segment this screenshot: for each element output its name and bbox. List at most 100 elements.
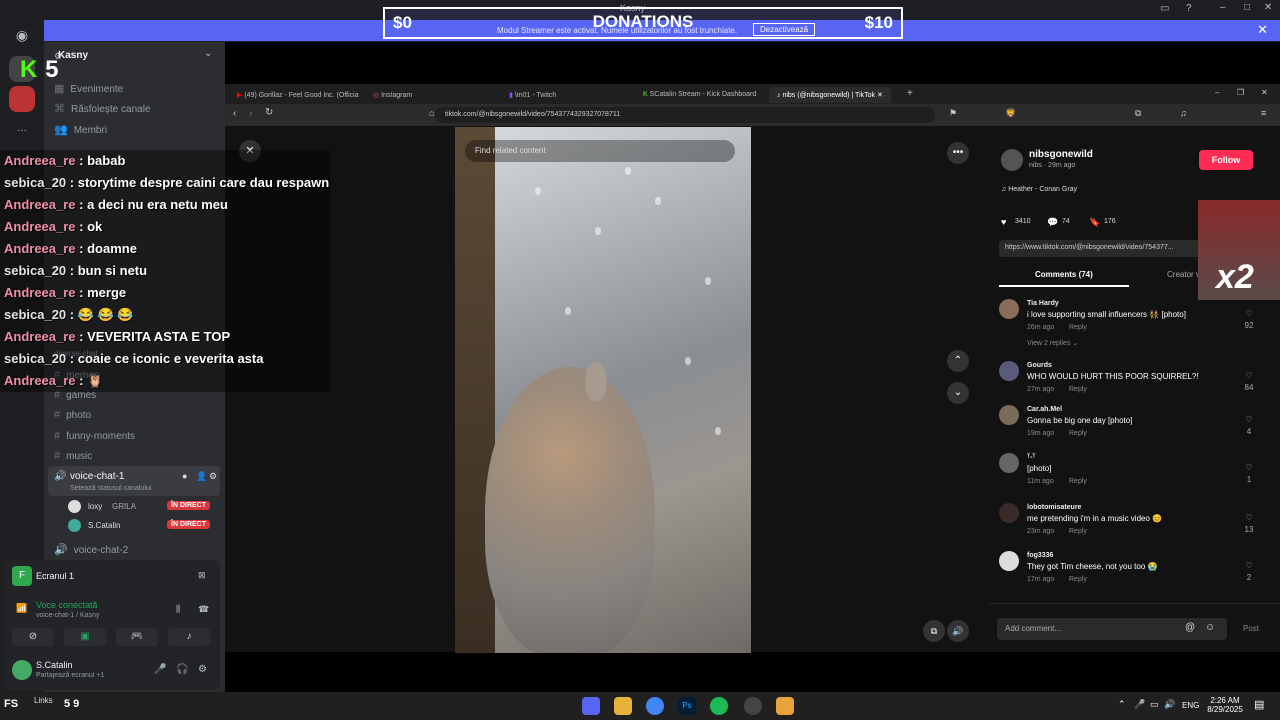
- voice-channel-2[interactable]: 🔊 voice-chat-2: [54, 543, 128, 556]
- channel-music[interactable]: # music: [54, 450, 92, 462]
- notification-icon[interactable]: ▤: [1254, 698, 1264, 711]
- tab-tiktok[interactable]: ♪ nibs (@nibsgonewild) | TikTok ✕: [769, 87, 891, 103]
- chevron-down-icon[interactable]: ⌄: [204, 48, 212, 59]
- reply-link[interactable]: Reply: [1069, 528, 1087, 535]
- gear-icon[interactable]: ⚙: [209, 471, 217, 482]
- post-button[interactable]: Post: [1243, 624, 1259, 633]
- photoshop-icon[interactable]: Ps: [678, 697, 696, 715]
- share-screen-button[interactable]: ▣: [64, 628, 106, 646]
- network-icon[interactable]: ▭: [1150, 699, 1159, 710]
- discord-icon[interactable]: [582, 697, 600, 715]
- voice-channel-active[interactable]: 🔊 voice-chat-1 Setează statusul canalulu…: [48, 466, 220, 496]
- reply-link[interactable]: Reply: [1069, 386, 1087, 393]
- heart-icon[interactable]: ♥: [1001, 217, 1006, 227]
- invite-icon[interactable]: 👤: [196, 471, 207, 482]
- tab-twitch[interactable]: ▮ \m01 - Twitch: [501, 87, 564, 103]
- links-label[interactable]: Links: [34, 696, 53, 705]
- tab-comments[interactable]: Comments (74): [1035, 270, 1093, 279]
- chrome-icon[interactable]: [646, 697, 664, 715]
- server-icon[interactable]: [9, 86, 35, 112]
- heart-icon[interactable]: ♡: [1239, 415, 1259, 424]
- reply-link[interactable]: Reply: [1069, 478, 1087, 485]
- comment-author[interactable]: Gourds: [1027, 362, 1052, 369]
- close-icon[interactable]: ✕: [1261, 88, 1268, 97]
- pip-icon[interactable]: ⧉: [923, 620, 945, 642]
- heart-icon[interactable]: ♡: [1239, 463, 1259, 472]
- stop-stream-icon[interactable]: ⊠: [198, 570, 206, 581]
- restore-icon[interactable]: ❐: [1237, 88, 1244, 97]
- camera-button[interactable]: ⊘: [12, 628, 54, 646]
- maximize-button[interactable]: □: [1244, 2, 1250, 13]
- tab-youtube[interactable]: ▶ (49) Gorillaz - Feel Good Inc. (Offici…: [229, 87, 367, 103]
- sidebar-item-events[interactable]: ▦ Evenimente: [54, 82, 123, 95]
- server-name[interactable]: Kasny: [58, 50, 88, 61]
- url-input[interactable]: tiktok.com/@nibsgonewild/video/754377432…: [435, 107, 935, 123]
- extension-icon[interactable]: ⧉: [1135, 108, 1141, 119]
- avatar[interactable]: [999, 405, 1019, 425]
- mic-icon[interactable]: 🎤: [154, 664, 166, 675]
- tiktok-video[interactable]: [455, 127, 751, 653]
- avatar[interactable]: [999, 361, 1019, 381]
- tab-instagram[interactable]: ◎ Instagram: [365, 87, 420, 103]
- tab-creator-videos[interactable]: Creator v: [1167, 270, 1200, 279]
- activities-button[interactable]: 🎮: [116, 628, 158, 646]
- voice-connected-sub[interactable]: voice-chat-1 / Kasny: [36, 612, 99, 619]
- reply-link[interactable]: Reply: [1069, 324, 1087, 331]
- emoji-icon[interactable]: ☺: [1205, 622, 1215, 633]
- clock[interactable]: 2:26 AM 8/29/2025: [1200, 696, 1250, 714]
- forward-icon[interactable]: ›: [249, 108, 252, 119]
- chevron-up-icon[interactable]: ⌃: [1118, 699, 1126, 710]
- heart-icon[interactable]: ♡: [1239, 309, 1259, 318]
- music-icon[interactable]: ♫: [1180, 108, 1187, 118]
- headphones-icon[interactable]: 🎧: [176, 664, 188, 675]
- close-tab-icon[interactable]: ✕: [877, 92, 883, 99]
- disable-streamer-mode-button[interactable]: Dezactivează: [753, 23, 816, 36]
- heart-icon[interactable]: ♡: [1239, 561, 1259, 570]
- close-window-button[interactable]: ✕: [1264, 2, 1272, 13]
- reply-link[interactable]: Reply: [1069, 576, 1087, 583]
- mic-icon[interactable]: 🎤: [1134, 699, 1145, 710]
- menu-icon[interactable]: ≡: [1261, 108, 1266, 118]
- disconnect-icon[interactable]: ☎: [198, 604, 209, 615]
- more-icon[interactable]: •••: [947, 142, 969, 164]
- minimize-button[interactable]: –: [1220, 2, 1226, 13]
- extension-icon[interactable]: ⚑: [949, 108, 957, 119]
- help-icon[interactable]: ?: [1186, 3, 1192, 14]
- obs-icon[interactable]: [744, 697, 762, 715]
- comment-author[interactable]: fog3336: [1027, 552, 1053, 559]
- avatar[interactable]: [999, 299, 1019, 319]
- avatar[interactable]: [999, 551, 1019, 571]
- heart-icon[interactable]: ♡: [1239, 371, 1259, 380]
- gear-icon[interactable]: ⚙: [198, 664, 207, 675]
- comment-author[interactable]: lobotomisateure: [1027, 504, 1081, 511]
- comment-author[interactable]: Car.ah.Mel: [1027, 406, 1062, 413]
- app-icon[interactable]: [776, 697, 794, 715]
- mention-icon[interactable]: @: [1185, 622, 1195, 633]
- spotify-icon[interactable]: [710, 697, 728, 715]
- avatar[interactable]: [999, 453, 1019, 473]
- channel-funny-moments[interactable]: # funny-moments: [54, 430, 135, 442]
- bookmark-icon[interactable]: 🔖: [1089, 217, 1100, 228]
- language-indicator[interactable]: ENG: [1182, 701, 1199, 710]
- chevron-up-icon[interactable]: ⌃: [947, 350, 969, 372]
- volume-icon[interactable]: 🔊: [947, 620, 969, 642]
- comment-icon[interactable]: 💬: [1047, 217, 1058, 228]
- heart-icon[interactable]: ♡: [1239, 513, 1259, 522]
- related-search-input[interactable]: Find related content: [465, 140, 735, 162]
- folder-icon[interactable]: [614, 697, 632, 715]
- soundboard-button[interactable]: ♪: [168, 628, 210, 646]
- start-icon[interactable]: FS: [4, 698, 18, 710]
- voice-user[interactable]: loxy GRILA ÎN DIRECT: [68, 500, 218, 514]
- chevron-down-icon[interactable]: ⌄: [947, 382, 969, 404]
- voice-user[interactable]: S.Catalin ÎN DIRECT: [68, 519, 218, 533]
- volume-icon[interactable]: 🔊: [1164, 699, 1175, 710]
- sidebar-item-members[interactable]: 👥 Membri: [54, 123, 107, 136]
- reload-icon[interactable]: ↻: [265, 107, 273, 118]
- avatar[interactable]: [1001, 149, 1023, 171]
- sidebar-item-browse[interactable]: ⌘ Răsfoiește canale: [54, 102, 151, 115]
- inbox-icon[interactable]: ▭: [1160, 3, 1169, 14]
- bookmark-icon[interactable]: ⌂: [429, 108, 434, 118]
- comment-author[interactable]: ᵀ-ᵀ: [1027, 454, 1035, 461]
- chat-icon[interactable]: ●: [182, 471, 187, 481]
- channel-status[interactable]: Setează statusul canalului: [70, 485, 151, 492]
